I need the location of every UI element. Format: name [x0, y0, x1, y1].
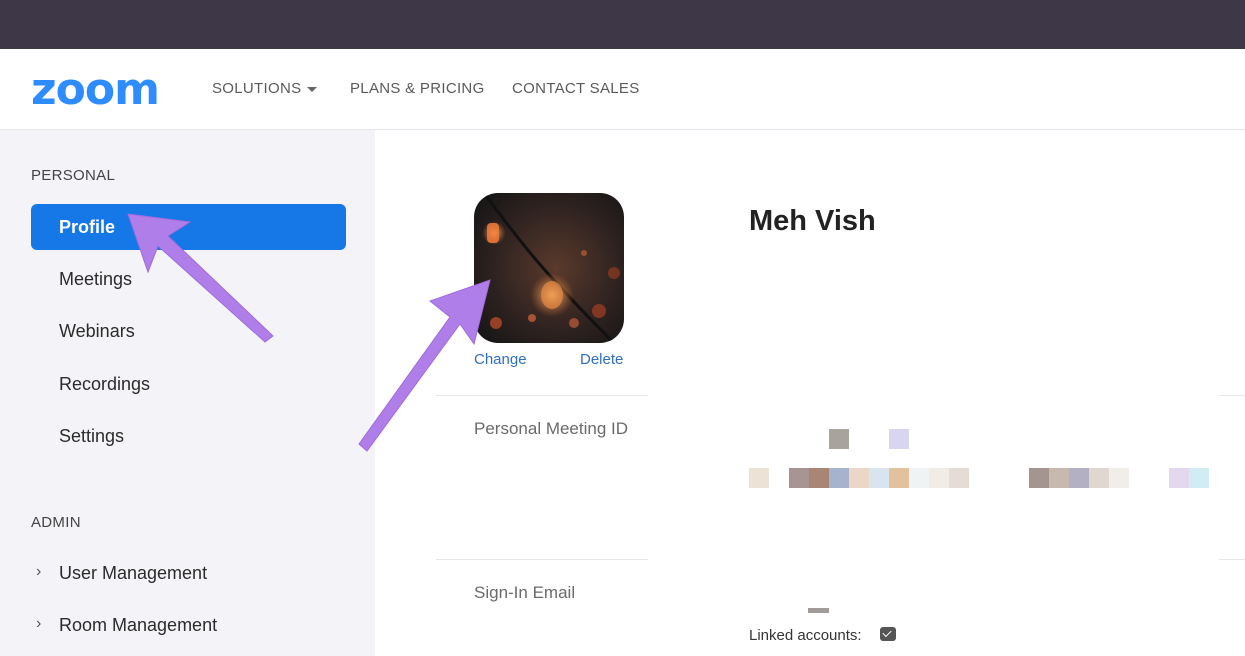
- annotation-arrow: [127, 213, 274, 343]
- annotation-arrow: [358, 279, 491, 452]
- annotation-arrows: [127, 213, 491, 452]
